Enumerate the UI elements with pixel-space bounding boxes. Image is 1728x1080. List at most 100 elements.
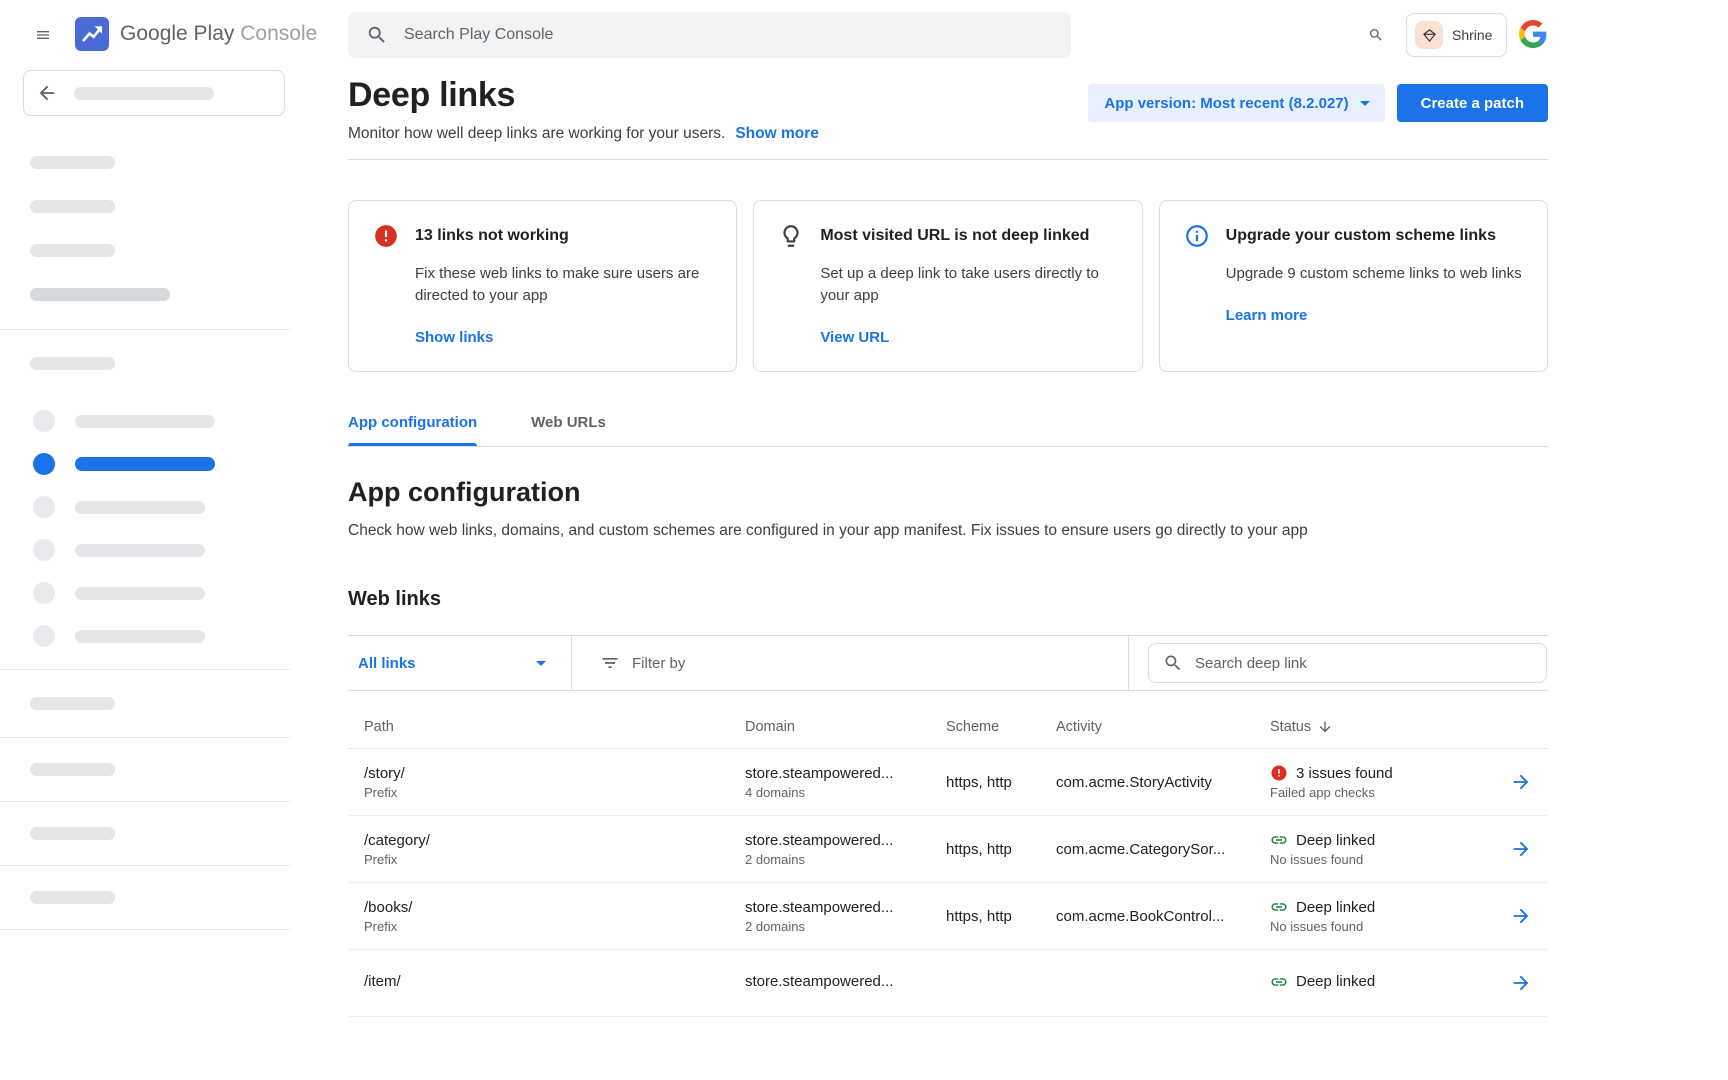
domain-cell: store.steampowered... 2 domains: [745, 832, 946, 867]
table-row[interactable]: /story/ Prefix store.steampowered... 4 d…: [348, 749, 1548, 816]
section-title: App configuration: [348, 477, 1548, 508]
search-icon: [366, 24, 388, 46]
skeleton-bar: [74, 87, 214, 100]
search-icon: [1163, 653, 1183, 673]
app-selector[interactable]: [23, 70, 285, 116]
card-title: Most visited URL is not deep linked: [820, 227, 1089, 245]
card-body: Set up a deep link to take users directl…: [820, 263, 1117, 307]
app-version-dropdown[interactable]: App version: Most recent (8.2.027): [1088, 84, 1384, 122]
tab-app-configuration[interactable]: App configuration: [348, 414, 477, 446]
status-cell: Deep linked No issues found: [1270, 831, 1510, 867]
table-body: /story/ Prefix store.steampowered... 4 d…: [348, 749, 1548, 1017]
path-value: /item/: [364, 973, 745, 990]
topbar: Google Play Console Shrine: [0, 0, 1728, 70]
app-chip-label: Shrine: [1452, 27, 1492, 43]
domain-cell: store.steampowered... 2 domains: [745, 899, 946, 934]
path-type: Prefix: [364, 919, 745, 934]
shrine-app-icon: [1415, 21, 1443, 49]
column-header-activity[interactable]: Activity: [1056, 719, 1270, 735]
domain-count: 2 domains: [745, 852, 946, 867]
insight-card-most-visited-url: Most visited URL is not deep linked Set …: [753, 200, 1142, 372]
row-detail-button[interactable]: [1510, 972, 1548, 994]
back-arrow-icon: [36, 82, 58, 104]
show-links-link[interactable]: Show links: [415, 329, 493, 346]
status-cell: Deep linked No issues found: [1270, 898, 1510, 934]
table-row[interactable]: /books/ Prefix store.steampowered... 2 d…: [348, 883, 1548, 950]
sidebar-divider: [0, 865, 290, 866]
sidebar-item: [33, 410, 290, 432]
global-search[interactable]: [348, 12, 1071, 58]
sidebar-divider: [0, 669, 290, 670]
active-item-bar: [75, 457, 215, 471]
filter-by-button[interactable]: Filter by: [572, 636, 1128, 690]
global-search-input[interactable]: [402, 25, 1053, 45]
show-more-link[interactable]: Show more: [735, 125, 819, 143]
sidebar-item: [33, 496, 290, 518]
status-icon: [1270, 831, 1288, 849]
status-text: Deep linked: [1296, 973, 1375, 990]
column-header-scheme[interactable]: Scheme: [946, 719, 1056, 735]
activity-value: com.acme.StoryActivity: [1056, 774, 1270, 791]
topbar-search-button[interactable]: [1362, 21, 1390, 49]
activity-value: com.acme.CategorySor...: [1056, 841, 1270, 858]
row-detail-button[interactable]: [1510, 838, 1548, 860]
status-text: 3 issues found: [1296, 765, 1393, 782]
domain-cell: store.steampowered...: [745, 973, 946, 993]
deep-link-search[interactable]: [1148, 643, 1547, 683]
skeleton-bar: [75, 587, 205, 600]
status-icon: [1270, 764, 1288, 782]
create-patch-button[interactable]: Create a patch: [1397, 84, 1548, 122]
filter-by-label: Filter by: [632, 655, 685, 672]
path-type: Prefix: [364, 852, 745, 867]
skeleton-bar: [30, 697, 115, 710]
google-account-avatar[interactable]: [1518, 19, 1548, 49]
domain-value: store.steampowered...: [745, 765, 946, 782]
menu-button[interactable]: [29, 21, 57, 49]
google-logo-icon: [1519, 20, 1547, 48]
column-header-domain[interactable]: Domain: [745, 719, 946, 735]
main-content: Deep links Monitor how well deep links a…: [348, 70, 1548, 1017]
row-detail-button[interactable]: [1510, 905, 1548, 927]
filter-icon: [600, 653, 620, 673]
column-header-status[interactable]: Status: [1270, 719, 1510, 735]
sidebar-item: [33, 539, 290, 561]
sort-descending-icon: [1317, 719, 1333, 735]
sidebar-item: [33, 625, 290, 647]
learn-more-link[interactable]: Learn more: [1226, 307, 1308, 324]
skeleton-circle: [33, 625, 55, 647]
sidebar-item-active[interactable]: [33, 453, 290, 475]
path-type: Prefix: [364, 785, 745, 800]
skeleton-circle: [33, 410, 55, 432]
deep-link-search-input[interactable]: [1193, 654, 1532, 673]
chevron-down-icon: [529, 651, 553, 675]
table-row[interactable]: /item/ store.steampowered... Deep linked: [348, 950, 1548, 1017]
skeleton-bar: [75, 415, 215, 428]
web-links-table: Path Domain Scheme Activity Status /stor…: [348, 691, 1548, 1017]
domain-value: store.steampowered...: [745, 899, 946, 916]
scheme-value: https, http: [946, 841, 1056, 858]
play-console-app: Google Play Console Shrine: [0, 0, 1728, 1080]
sidebar-skeleton-group: [30, 156, 290, 301]
links-filter-dropdown[interactable]: All links: [348, 636, 572, 690]
table-header-row: Path Domain Scheme Activity Status: [348, 691, 1548, 749]
skeleton-bar: [75, 501, 205, 514]
status-detail: No issues found: [1270, 852, 1510, 867]
skeleton-bar: [75, 544, 205, 557]
status-icon: [1270, 973, 1288, 991]
arrow-forward-icon: [1510, 972, 1532, 994]
column-header-path[interactable]: Path: [364, 719, 745, 735]
skeleton-bar: [30, 200, 115, 213]
deep-link-icon: [1270, 973, 1288, 991]
play-console-logo-icon: [75, 17, 109, 51]
deep-link-icon: [1270, 831, 1288, 849]
row-detail-button[interactable]: [1510, 771, 1548, 793]
status-text: Deep linked: [1296, 832, 1375, 849]
table-row[interactable]: /category/ Prefix store.steampowered... …: [348, 816, 1548, 883]
skeleton-bar: [30, 827, 115, 840]
app-switcher-chip[interactable]: Shrine: [1406, 13, 1507, 57]
card-title: 13 links not working: [415, 227, 569, 245]
links-filter-value: All links: [358, 655, 416, 672]
tab-web-urls[interactable]: Web URLs: [531, 414, 606, 446]
app-version-label: App version: Most recent (8.2.027): [1104, 95, 1348, 112]
view-url-link[interactable]: View URL: [820, 329, 889, 346]
